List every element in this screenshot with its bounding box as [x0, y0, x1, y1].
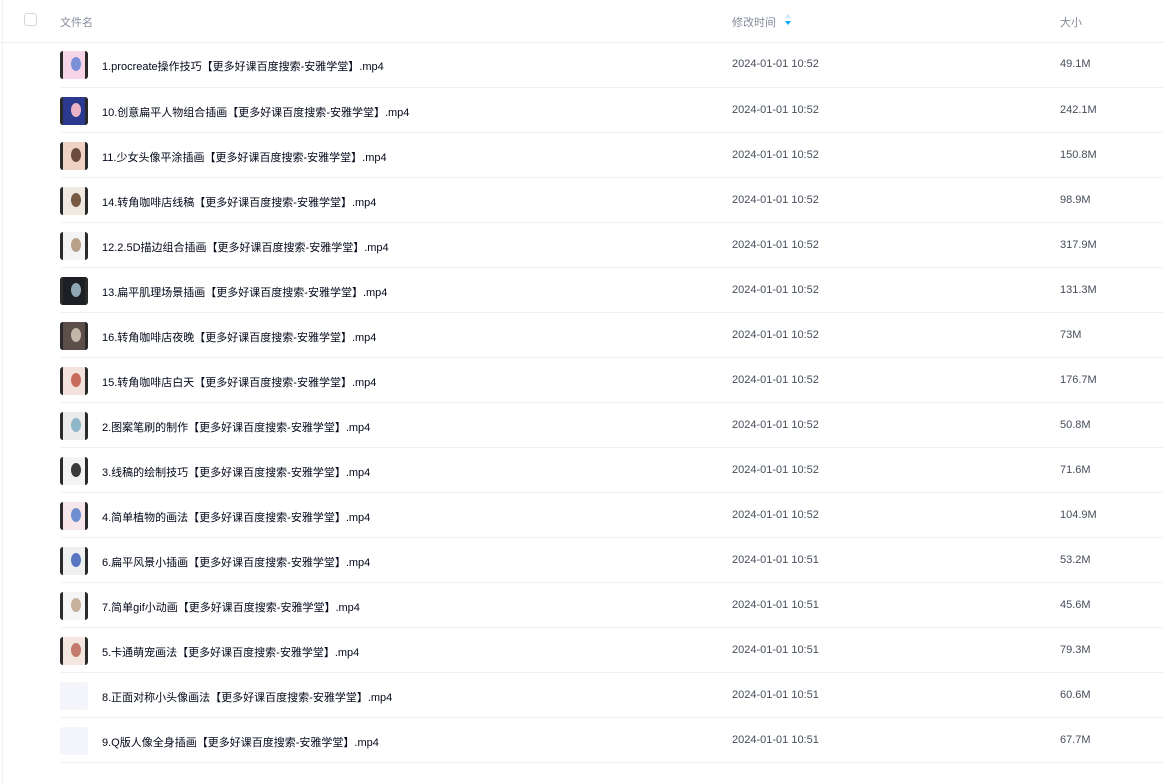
file-name[interactable]: 2.图案笔刷的制作【更多好课百度搜索-安雅学堂】.mp4: [102, 419, 370, 435]
file-modified-time: 2024-01-01 10:52: [732, 464, 819, 476]
video-thumbnail-icon: [60, 637, 88, 665]
sort-icon[interactable]: [784, 13, 792, 26]
file-name[interactable]: 8.正面对称小头像画法【更多好课百度搜索-安雅学堂】.mp4: [102, 689, 392, 705]
file-name[interactable]: 1.procreate操作技巧【更多好课百度搜索-安雅学堂】.mp4: [102, 58, 384, 74]
video-thumbnail-icon: [60, 502, 88, 530]
file-modified-time: 2024-01-01 10:52: [732, 58, 819, 70]
file-modified-time: 2024-01-01 10:52: [732, 239, 819, 251]
file-modified-time: 2024-01-01 10:51: [732, 554, 819, 566]
video-thumbnail-icon: [60, 51, 88, 79]
file-row[interactable]: 12.2.5D描边组合插画【更多好课百度搜索-安雅学堂】.mp4 2024-01-…: [60, 223, 1164, 268]
file-size: 317.9M: [1060, 239, 1097, 251]
file-modified-time: 2024-01-01 10:51: [732, 734, 819, 746]
file-row[interactable]: 14.转角咖啡店线稿【更多好课百度搜索-安雅学堂】.mp4 2024-01-01 …: [60, 178, 1164, 223]
file-size: 73M: [1060, 329, 1082, 341]
file-modified-time: 2024-01-01 10:52: [732, 104, 819, 116]
file-size: 71.6M: [1060, 464, 1091, 476]
file-row[interactable]: 4.简单植物的画法【更多好课百度搜索-安雅学堂】.mp4 2024-01-01 1…: [60, 493, 1164, 538]
file-size: 49.1M: [1060, 58, 1091, 70]
file-modified-time: 2024-01-01 10:51: [732, 599, 819, 611]
file-size: 79.3M: [1060, 644, 1091, 656]
file-row[interactable]: 10.创意扁平人物组合插画【更多好课百度搜索-安雅学堂】.mp4 2024-01-…: [60, 88, 1164, 133]
file-name[interactable]: 15.转角咖啡店白天【更多好课百度搜索-安雅学堂】.mp4: [102, 374, 376, 390]
video-thumbnail-icon: [60, 277, 88, 305]
file-modified-time: 2024-01-01 10:52: [732, 194, 819, 206]
file-modified-time: 2024-01-01 10:52: [732, 374, 819, 386]
file-name[interactable]: 5.卡通萌宠画法【更多好课百度搜索-安雅学堂】.mp4: [102, 644, 359, 660]
video-thumbnail-icon: [60, 97, 88, 125]
file-name[interactable]: 7.简单gif小动画【更多好课百度搜索-安雅学堂】.mp4: [102, 599, 360, 615]
file-name[interactable]: 12.2.5D描边组合插画【更多好课百度搜索-安雅学堂】.mp4: [102, 239, 389, 255]
file-size: 50.8M: [1060, 419, 1091, 431]
file-size: 67.7M: [1060, 734, 1091, 746]
file-size: 98.9M: [1060, 194, 1091, 206]
video-thumbnail-icon: [60, 232, 88, 260]
video-thumbnail-icon: [60, 142, 88, 170]
file-row[interactable]: 3.线稿的绘制技巧【更多好课百度搜索-安雅学堂】.mp4 2024-01-01 1…: [60, 448, 1164, 493]
file-row[interactable]: 8.正面对称小头像画法【更多好课百度搜索-安雅学堂】.mp4 2024-01-01…: [60, 673, 1164, 718]
column-header-modified-time[interactable]: 修改时间: [732, 14, 776, 30]
file-row[interactable]: 16.转角咖啡店夜晚【更多好课百度搜索-安雅学堂】.mp4 2024-01-01 …: [60, 313, 1164, 358]
file-size: 53.2M: [1060, 554, 1091, 566]
column-header-size[interactable]: 大小: [1060, 14, 1082, 30]
file-modified-time: 2024-01-01 10:51: [732, 689, 819, 701]
video-thumbnail-icon: [60, 592, 88, 620]
file-name[interactable]: 13.扁平肌理场景插画【更多好课百度搜索-安雅学堂】.mp4: [102, 284, 387, 300]
file-size: 242.1M: [1060, 104, 1097, 116]
file-name[interactable]: 9.Q版人像全身插画【更多好课百度搜索-安雅学堂】.mp4: [102, 734, 379, 750]
video-thumbnail-icon: [60, 412, 88, 440]
file-name[interactable]: 4.简单植物的画法【更多好课百度搜索-安雅学堂】.mp4: [102, 509, 370, 525]
file-name[interactable]: 14.转角咖啡店线稿【更多好课百度搜索-安雅学堂】.mp4: [102, 194, 376, 210]
column-header-name[interactable]: 文件名: [60, 14, 93, 30]
file-size: 45.6M: [1060, 599, 1091, 611]
file-modified-time: 2024-01-01 10:52: [732, 329, 819, 341]
file-modified-time: 2024-01-01 10:52: [732, 419, 819, 431]
file-modified-time: 2024-01-01 10:52: [732, 284, 819, 296]
file-size: 131.3M: [1060, 284, 1097, 296]
file-name[interactable]: 10.创意扁平人物组合插画【更多好课百度搜索-安雅学堂】.mp4: [102, 104, 409, 120]
file-name[interactable]: 6.扁平风景小插画【更多好课百度搜索-安雅学堂】.mp4: [102, 554, 370, 570]
video-file-icon: [60, 682, 88, 710]
video-thumbnail-icon: [60, 547, 88, 575]
file-list-header: 文件名 修改时间 大小: [0, 0, 1164, 43]
select-all-checkbox[interactable]: [24, 13, 37, 26]
file-row[interactable]: 11.少女头像平涂插画【更多好课百度搜索-安雅学堂】.mp4 2024-01-01…: [60, 133, 1164, 178]
file-name[interactable]: 11.少女头像平涂插画【更多好课百度搜索-安雅学堂】.mp4: [102, 149, 387, 165]
file-row[interactable]: 6.扁平风景小插画【更多好课百度搜索-安雅学堂】.mp4 2024-01-01 1…: [60, 538, 1164, 583]
file-modified-time: 2024-01-01 10:52: [732, 509, 819, 521]
file-row[interactable]: 1.procreate操作技巧【更多好课百度搜索-安雅学堂】.mp4 2024-0…: [60, 42, 1164, 88]
file-size: 60.6M: [1060, 689, 1091, 701]
file-size: 150.8M: [1060, 149, 1097, 161]
video-thumbnail-icon: [60, 187, 88, 215]
video-thumbnail-icon: [60, 367, 88, 395]
file-row[interactable]: 7.简单gif小动画【更多好课百度搜索-安雅学堂】.mp4 2024-01-01 …: [60, 583, 1164, 628]
file-row[interactable]: 13.扁平肌理场景插画【更多好课百度搜索-安雅学堂】.mp4 2024-01-01…: [60, 268, 1164, 313]
file-modified-time: 2024-01-01 10:51: [732, 644, 819, 656]
video-thumbnail-icon: [60, 322, 88, 350]
video-thumbnail-icon: [60, 457, 88, 485]
file-size: 104.9M: [1060, 509, 1097, 521]
file-name[interactable]: 3.线稿的绘制技巧【更多好课百度搜索-安雅学堂】.mp4: [102, 464, 370, 480]
file-row[interactable]: 2.图案笔刷的制作【更多好课百度搜索-安雅学堂】.mp4 2024-01-01 1…: [60, 403, 1164, 448]
file-modified-time: 2024-01-01 10:52: [732, 149, 819, 161]
file-row[interactable]: 9.Q版人像全身插画【更多好课百度搜索-安雅学堂】.mp4 2024-01-01 …: [60, 718, 1164, 763]
file-size: 176.7M: [1060, 374, 1097, 386]
video-file-icon: [60, 727, 88, 755]
file-name[interactable]: 16.转角咖啡店夜晚【更多好课百度搜索-安雅学堂】.mp4: [102, 329, 376, 345]
file-list: 1.procreate操作技巧【更多好课百度搜索-安雅学堂】.mp4 2024-0…: [0, 42, 1164, 763]
file-row[interactable]: 5.卡通萌宠画法【更多好课百度搜索-安雅学堂】.mp4 2024-01-01 10…: [60, 628, 1164, 673]
file-row[interactable]: 15.转角咖啡店白天【更多好课百度搜索-安雅学堂】.mp4 2024-01-01 …: [60, 358, 1164, 403]
